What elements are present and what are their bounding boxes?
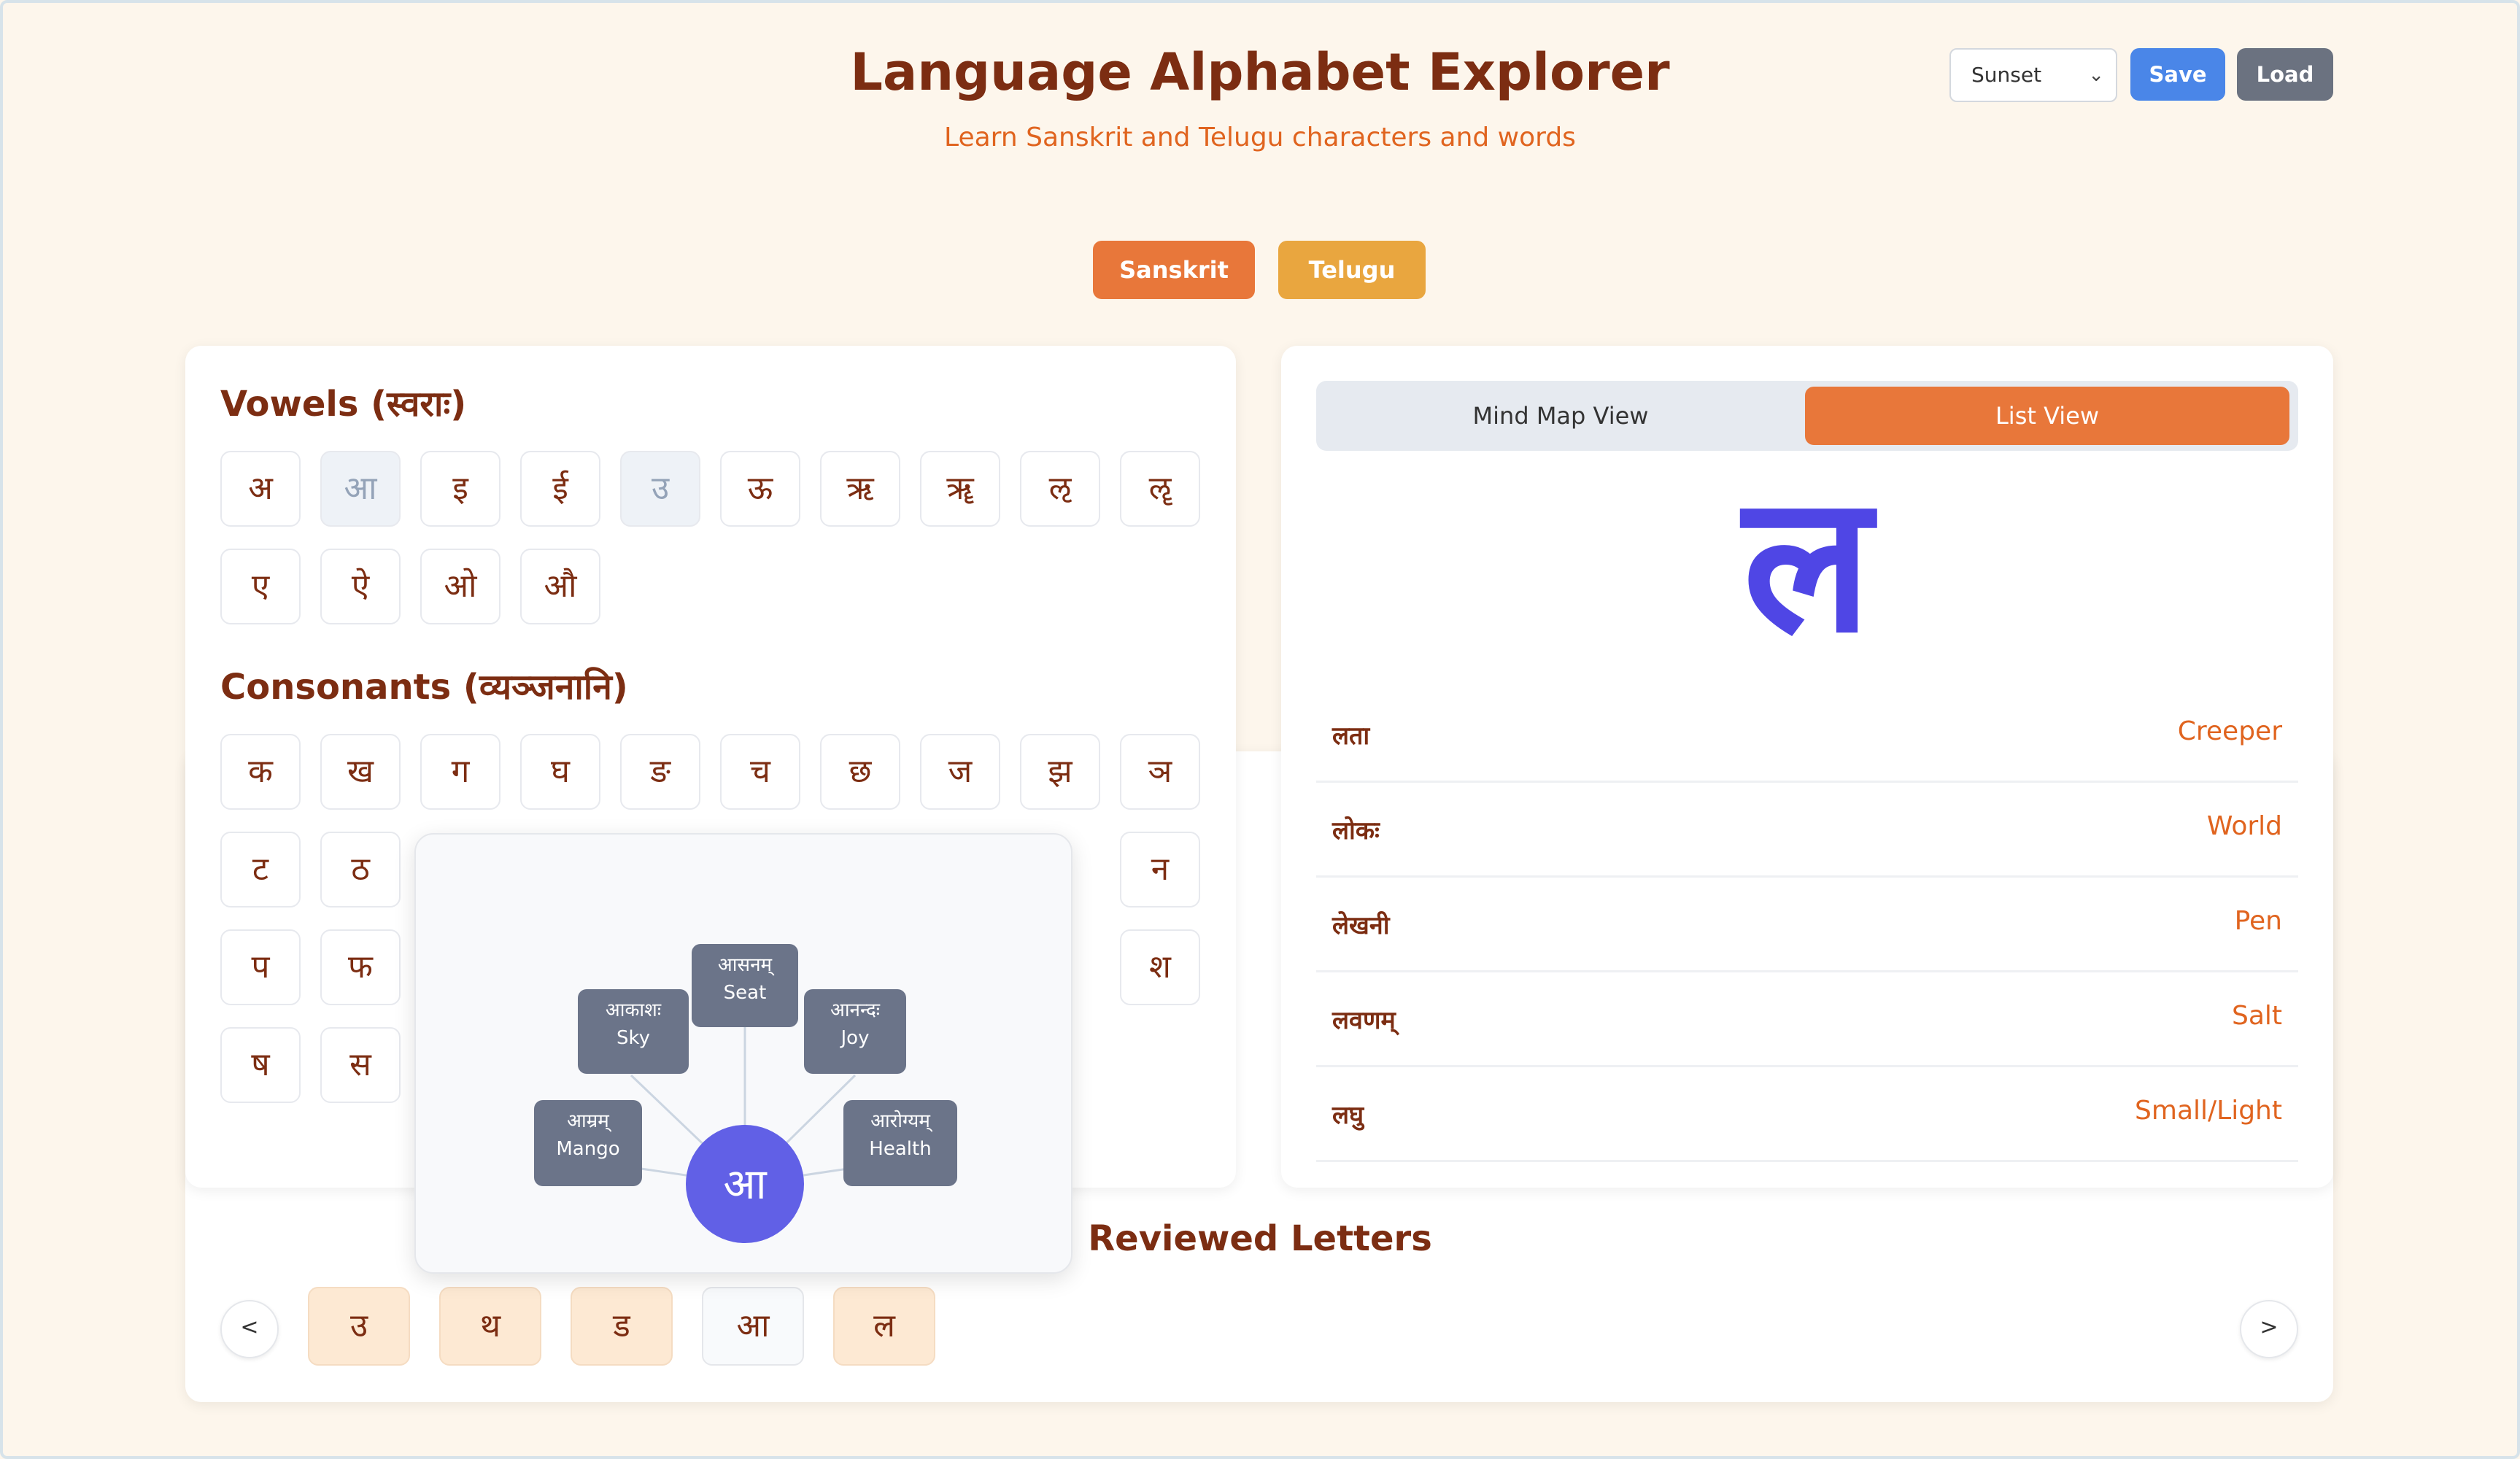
letter-tile[interactable]: ॠ bbox=[920, 451, 1000, 527]
theme-select[interactable]: Sunset ⌄ bbox=[1949, 48, 2117, 102]
node-sanskrit: आम्रम् bbox=[567, 1110, 609, 1132]
mind-map-popup: आसनम् Seat आकाशः Sky आनन्दः Joy आम्रम् M… bbox=[414, 833, 1072, 1274]
mind-map-node[interactable]: आनन्दः Joy bbox=[804, 989, 906, 1074]
letter-tile[interactable]: औ bbox=[520, 549, 600, 624]
page-subtitle: Learn Sanskrit and Telugu characters and… bbox=[944, 123, 1576, 152]
letter-tile[interactable]: आ bbox=[320, 451, 401, 527]
word-row: लवणम् Salt bbox=[1316, 972, 2298, 1067]
word-row: लोकः World bbox=[1316, 782, 2298, 878]
load-button[interactable]: Load bbox=[2237, 48, 2333, 101]
node-meaning: Seat bbox=[723, 982, 767, 1004]
letter-tile[interactable]: ष bbox=[220, 1027, 301, 1103]
letter-tile[interactable]: ऋ bbox=[820, 451, 900, 527]
node-sanskrit: आकाशः bbox=[605, 999, 662, 1021]
letter-tile[interactable]: च bbox=[720, 734, 800, 810]
node-meaning: Joy bbox=[840, 1027, 870, 1049]
reviewed-letter-tile[interactable]: ड bbox=[571, 1287, 673, 1366]
language-button-sanskrit[interactable]: Sanskrit bbox=[1093, 241, 1255, 299]
vowels-heading: Vowels (स्वराः) bbox=[220, 384, 467, 425]
reviewed-letters-heading: Reviewed Letters bbox=[1088, 1218, 1432, 1259]
tab-list-view[interactable]: List View bbox=[1805, 387, 2289, 445]
theme-select-value: Sunset bbox=[1971, 63, 2042, 87]
reviewed-letter-tile[interactable]: उ bbox=[308, 1287, 410, 1366]
word-row: लेखनी Pen bbox=[1316, 877, 2298, 972]
word-meaning: Salt bbox=[2231, 1001, 2282, 1031]
letter-tile[interactable]: छ bbox=[820, 734, 900, 810]
letter-tile[interactable]: ॡ bbox=[1120, 451, 1200, 527]
word-row: लता Creeper bbox=[1316, 687, 2298, 783]
word-row: लघु Small/Light bbox=[1316, 1067, 2298, 1162]
letter-tile[interactable]: अ bbox=[220, 451, 301, 527]
word-sanskrit: लता bbox=[1332, 721, 1370, 751]
letter-tile[interactable]: फ bbox=[320, 929, 401, 1005]
letter-tile[interactable]: स bbox=[320, 1027, 401, 1103]
node-sanskrit: आरोग्यम् bbox=[870, 1110, 930, 1132]
letter-tile[interactable]: प bbox=[220, 929, 301, 1005]
word-meaning: Small/Light bbox=[2135, 1096, 2282, 1126]
prev-button[interactable]: < bbox=[220, 1300, 279, 1358]
letter-tile[interactable]: ज bbox=[920, 734, 1000, 810]
letter-tile[interactable]: ट bbox=[220, 832, 301, 907]
mind-map-node[interactable]: आम्रम् Mango bbox=[534, 1100, 642, 1186]
letter-tile[interactable]: न bbox=[1120, 832, 1200, 907]
mind-map-center[interactable]: आ bbox=[686, 1125, 804, 1243]
letter-tile[interactable]: ङ bbox=[620, 734, 700, 810]
mind-map-node[interactable]: आकाशः Sky bbox=[578, 989, 689, 1074]
mind-map-node[interactable]: आसनम् Seat bbox=[692, 944, 798, 1027]
node-meaning: Sky bbox=[616, 1027, 651, 1049]
node-meaning: Mango bbox=[556, 1138, 620, 1160]
word-sanskrit: लोकः bbox=[1332, 816, 1380, 845]
next-button[interactable]: > bbox=[2240, 1300, 2298, 1358]
reviewed-letter-tile[interactable]: आ bbox=[702, 1287, 804, 1366]
word-meaning: Pen bbox=[2234, 906, 2282, 936]
consonants-heading: Consonants (व्यञ्जनानि) bbox=[220, 667, 628, 708]
node-sanskrit: आनन्दः bbox=[830, 999, 881, 1021]
letter-tile[interactable]: श bbox=[1120, 929, 1200, 1005]
letter-tile[interactable]: ग bbox=[420, 734, 500, 810]
letter-tile[interactable]: इ bbox=[420, 451, 500, 527]
chevron-down-icon: ⌄ bbox=[2088, 64, 2104, 86]
tab-mind-map[interactable]: Mind Map View bbox=[1322, 387, 1799, 445]
node-meaning: Health bbox=[869, 1138, 932, 1160]
word-meaning: Creeper bbox=[2177, 716, 2282, 746]
letter-tile[interactable]: ख bbox=[320, 734, 401, 810]
word-sanskrit: लघु bbox=[1332, 1101, 1364, 1130]
letter-tile[interactable]: क bbox=[220, 734, 301, 810]
word-sanskrit: लेखनी bbox=[1332, 911, 1390, 940]
letter-tile[interactable]: ई bbox=[520, 451, 600, 527]
letter-tile[interactable]: ऌ bbox=[1020, 451, 1100, 527]
view-toggle: Mind Map View List View bbox=[1316, 381, 2298, 451]
letter-tile[interactable]: ओ bbox=[420, 549, 500, 624]
letter-tile[interactable]: ऊ bbox=[720, 451, 800, 527]
letter-tile[interactable]: ठ bbox=[320, 832, 401, 907]
letter-tile[interactable]: झ bbox=[1020, 734, 1100, 810]
letter-tile[interactable]: ऐ bbox=[320, 549, 401, 624]
letter-tile[interactable]: ए bbox=[220, 549, 301, 624]
save-button[interactable]: Save bbox=[2130, 48, 2225, 101]
node-sanskrit: आसनम् bbox=[717, 954, 773, 976]
language-button-telugu[interactable]: Telugu bbox=[1278, 241, 1426, 299]
mind-map-node[interactable]: आरोग्यम् Health bbox=[843, 1100, 957, 1186]
letter-tile[interactable]: घ bbox=[520, 734, 600, 810]
reviewed-letter-tile[interactable]: थ bbox=[439, 1287, 541, 1366]
reviewed-letter-tile[interactable]: ल bbox=[833, 1287, 935, 1366]
letter-tile[interactable]: उ bbox=[620, 451, 700, 527]
letter-detail-panel: Mind Map View List View ल लता Creeper लो… bbox=[1281, 346, 2333, 1188]
word-meaning: World bbox=[2206, 811, 2282, 841]
letter-tile[interactable]: ञ bbox=[1120, 734, 1200, 810]
selected-letter: ल bbox=[1742, 454, 1872, 675]
word-sanskrit: लवणम् bbox=[1332, 1006, 1396, 1035]
